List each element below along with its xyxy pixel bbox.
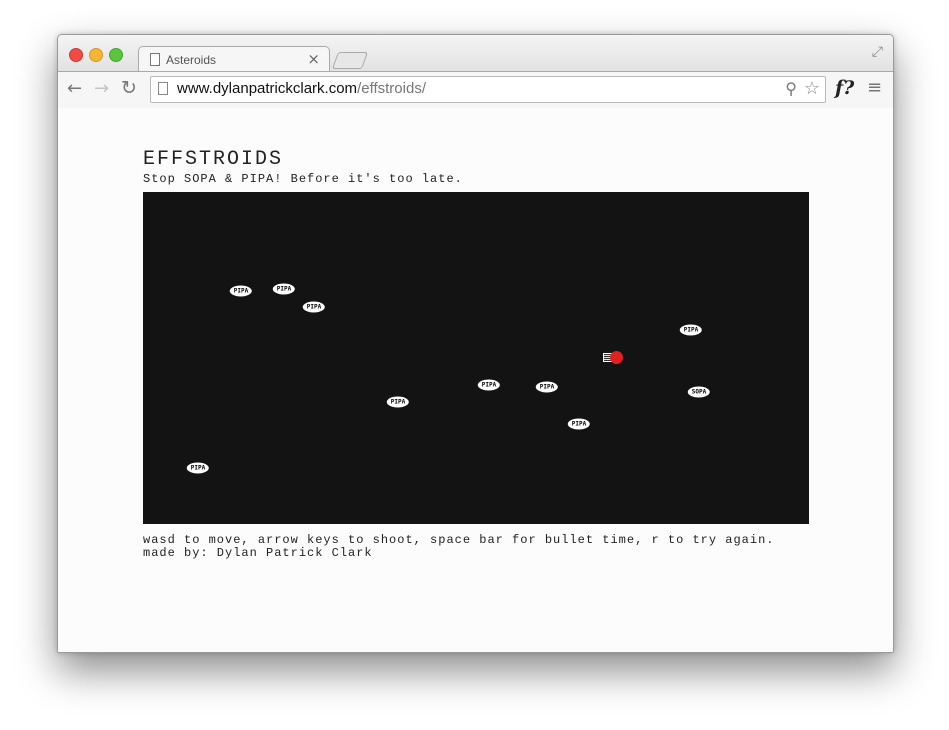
minimize-window-button[interactable] [89,48,103,62]
url-host: www.dylanpatrickclark.com [177,80,358,97]
instructions: wasd to move, arrow keys to shoot, space… [143,533,775,547]
extension-icon[interactable]: f? [835,77,854,99]
page-icon [158,82,168,95]
back-arrow-icon[interactable]: ← [67,78,82,99]
browser-window: Asteroids × ⤢ ← → ↻ www.dylanpatrickclar… [57,34,894,653]
game-canvas[interactable]: PIPA PIPA PIPA PIPA PIPA PIPA PIPA SOPA … [143,192,809,524]
asteroid: PIPA [186,462,210,474]
tagline: Stop SOPA & PIPA! Before it's too late. [143,172,463,186]
player-face [610,351,623,364]
forward-arrow-icon[interactable]: → [94,78,109,99]
tab-asteroids[interactable]: Asteroids × [138,46,330,73]
url-text[interactable]: www.dylanpatrickclark.com/effstroids/ [177,80,426,97]
asteroid: PIPA [302,301,326,313]
reload-icon[interactable]: ↻ [121,77,137,99]
toolbar: ← → ↻ www.dylanpatrickclark.com/effstroi… [58,71,893,109]
address-bar[interactable]: www.dylanpatrickclark.com/effstroids/ ⚲ … [150,76,826,103]
menu-icon[interactable]: ≡ [867,77,882,98]
asteroid: PIPA [679,324,703,336]
credit: made by: Dylan Patrick Clark [143,546,373,560]
asteroid: PIPA [229,285,253,297]
player-ship [603,351,623,365]
tab-strip: Asteroids × ⤢ [58,35,893,73]
asteroid: PIPA [535,381,559,393]
document-icon [150,53,160,66]
tab-title: Asteroids [166,53,217,67]
zoom-window-button[interactable] [109,48,123,62]
page-content: EFFSTROIDS Stop SOPA & PIPA! Before it's… [58,108,893,652]
asteroid: PIPA [272,283,296,295]
page-title: EFFSTROIDS [143,148,284,171]
fullscreen-icon[interactable]: ⤢ [872,44,883,60]
new-tab-button[interactable] [331,52,369,69]
url-path: /effstroids/ [357,80,426,97]
asteroid: PIPA [386,396,410,408]
zoom-icon[interactable]: ⚲ [785,79,797,98]
tab-close-button[interactable]: × [307,50,320,68]
asteroid: PIPA [477,379,501,391]
star-icon[interactable]: ☆ [804,78,820,99]
asteroid: PIPA [567,418,591,430]
asteroid: SOPA [687,386,711,398]
close-window-button[interactable] [69,48,83,62]
